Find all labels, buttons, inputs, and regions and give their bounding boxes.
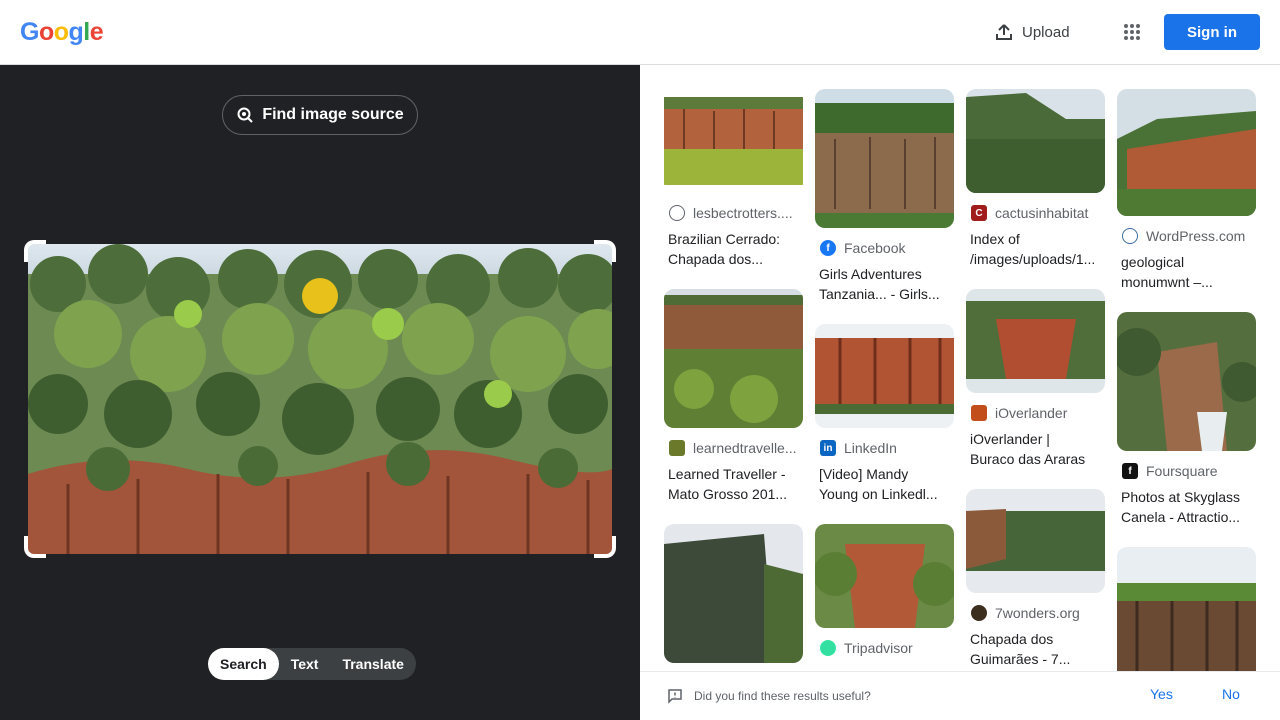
results-column: Ccactusinhabitat Index of/images/uploads… xyxy=(966,89,1105,671)
results-column: WordPress.com geological monumwnt –... fF… xyxy=(1117,89,1256,671)
upload-button[interactable]: Upload xyxy=(982,14,1082,50)
result-title-line: Buraco das Araras xyxy=(970,451,1086,467)
crop-handle-bottom-right[interactable] xyxy=(594,536,616,558)
result-thumbnail xyxy=(664,289,803,428)
result-title-line: Canela - Attractio... xyxy=(1121,509,1241,525)
crop-handle-bottom-left[interactable] xyxy=(24,536,46,558)
site-favicon-icon xyxy=(669,440,685,456)
query-image-panel: Find image source Search Text Translate xyxy=(0,65,640,720)
result-thumbnail xyxy=(815,324,954,428)
result-title-line: Girls Adventures xyxy=(819,266,922,282)
result-title-line: Learned Traveller - xyxy=(668,466,786,482)
logo-letter: e xyxy=(89,18,104,46)
result-card[interactable]: f Foursquare Photos at Skyglass Canela - A… xyxy=(1117,312,1256,527)
results-column: f Facebook Girls Adventures Tanzania... - … xyxy=(815,89,954,671)
result-thumbnail xyxy=(815,89,954,228)
find-image-source-label: Find image source xyxy=(262,106,404,123)
result-source: Facebook xyxy=(844,240,906,256)
query-image xyxy=(28,244,612,554)
top-bar: Google Upload Sign in xyxy=(0,0,1280,65)
crop-selection[interactable] xyxy=(24,240,616,558)
result-card[interactable]: learnedtravelle... Learned Traveller - Ma… xyxy=(664,289,803,504)
result-title-line: Index of xyxy=(970,231,1020,247)
crop-handle-top-right[interactable] xyxy=(594,240,616,262)
result-card[interactable]: in LinkedIn [Video] Mandy Young on Linkedl… xyxy=(815,324,954,504)
result-title-line: monumwnt –... xyxy=(1121,274,1213,290)
apps-grid-icon xyxy=(1124,24,1140,40)
ioverlander-icon xyxy=(971,405,987,421)
crop-handle-top-left[interactable] xyxy=(24,240,46,262)
result-title-line: Brazilian Cerrado: xyxy=(668,231,781,247)
feedback-bar: Did you find these results useful? Yes N… xyxy=(640,671,1280,720)
result-title-line: [Video] Mandy xyxy=(819,466,909,482)
result-source: LinkedIn xyxy=(844,440,897,456)
result-source: iOverlander xyxy=(995,405,1068,421)
result-title-line: Photos at Skyglass xyxy=(1121,489,1241,505)
result-thumbnail xyxy=(1117,89,1256,216)
result-source: WordPress.com xyxy=(1146,228,1246,244)
linkedin-icon: in xyxy=(820,440,836,456)
result-title-line: iOverlander | xyxy=(970,431,1050,447)
mode-text-tab[interactable]: Text xyxy=(279,648,331,680)
result-title-line: Chapada dos... xyxy=(668,251,763,267)
result-title-line: Chapada dos xyxy=(970,631,1054,647)
feedback-question: Did you find these results useful? xyxy=(694,689,871,703)
result-source: cactusinhabitat xyxy=(995,205,1089,221)
cactusinhabitat-icon: C xyxy=(971,205,987,221)
result-card[interactable] xyxy=(1117,547,1256,671)
result-thumbnail xyxy=(815,524,954,628)
logo-letter: o xyxy=(53,18,69,46)
sign-in-button[interactable]: Sign in xyxy=(1164,14,1260,50)
mode-search-tab[interactable]: Search xyxy=(208,648,279,680)
result-source: lesbectrotters.... xyxy=(693,205,793,221)
result-title-line: Mato Grosso 201... xyxy=(668,486,788,502)
result-title-line: Tanzania... - Girls... xyxy=(819,286,940,302)
result-card[interactable]: WordPress.com geological monumwnt –... xyxy=(1117,89,1256,292)
result-card[interactable]: Tripadvisor xyxy=(815,524,954,656)
result-title-line: /images/uploads/1... xyxy=(970,251,1096,267)
logo-letter: g xyxy=(68,18,84,46)
7wonders-icon xyxy=(971,605,987,621)
result-source: Tripadvisor xyxy=(844,640,913,656)
mode-translate-tab[interactable]: Translate xyxy=(330,648,415,680)
result-source: learnedtravelle... xyxy=(693,440,797,456)
tripadvisor-icon xyxy=(820,640,836,656)
result-card[interactable]: iOverlander iOverlander | Buraco das Arar… xyxy=(966,289,1105,469)
logo-letter: G xyxy=(20,18,39,46)
result-card[interactable]: lesbectrotters.... Brazilian Cerrado: Cha… xyxy=(664,89,803,269)
result-title-line: Young on Linkedl... xyxy=(819,486,938,502)
feedback-no-button[interactable]: No xyxy=(1222,686,1240,702)
results-column: lesbectrotters.... Brazilian Cerrado: Cha… xyxy=(664,89,803,671)
result-card[interactable]: f Facebook Girls Adventures Tanzania... - … xyxy=(815,89,954,304)
result-thumbnail xyxy=(966,489,1105,593)
result-card[interactable]: Ccactusinhabitat Index of/images/uploads… xyxy=(966,89,1105,269)
facebook-icon: f xyxy=(820,240,836,256)
find-image-source-button[interactable]: Find image source xyxy=(222,95,418,135)
result-thumbnail xyxy=(1117,312,1256,451)
lens-search-icon xyxy=(237,107,254,123)
wordpress-icon xyxy=(1122,228,1138,244)
apps-button[interactable] xyxy=(1114,14,1150,50)
result-title-line: Guimarães - 7... xyxy=(970,651,1071,667)
globe-icon xyxy=(669,205,685,221)
mode-switcher: Search Text Translate xyxy=(208,648,416,680)
result-thumbnail xyxy=(966,89,1105,193)
result-thumbnail xyxy=(966,289,1105,393)
result-source: 7wonders.org xyxy=(995,605,1080,621)
upload-icon xyxy=(996,24,1012,40)
logo-letter: o xyxy=(38,18,54,46)
result-thumbnail xyxy=(664,524,803,663)
result-source: Foursquare xyxy=(1146,463,1218,479)
feedback-icon xyxy=(668,689,682,704)
visual-matches-panel: lesbectrotters.... Brazilian Cerrado: Cha… xyxy=(640,65,1280,671)
result-thumbnail xyxy=(664,89,803,193)
result-title-line: geological xyxy=(1121,254,1185,270)
upload-label: Upload xyxy=(1022,23,1070,41)
result-thumbnail xyxy=(1117,547,1256,671)
feedback-yes-button[interactable]: Yes xyxy=(1150,686,1173,702)
google-logo[interactable]: Google xyxy=(20,18,104,47)
foursquare-icon: f xyxy=(1122,463,1138,479)
result-card[interactable]: 7wonders.org Chapada dos Guimarães - 7... xyxy=(966,489,1105,669)
result-card[interactable] xyxy=(664,524,803,663)
